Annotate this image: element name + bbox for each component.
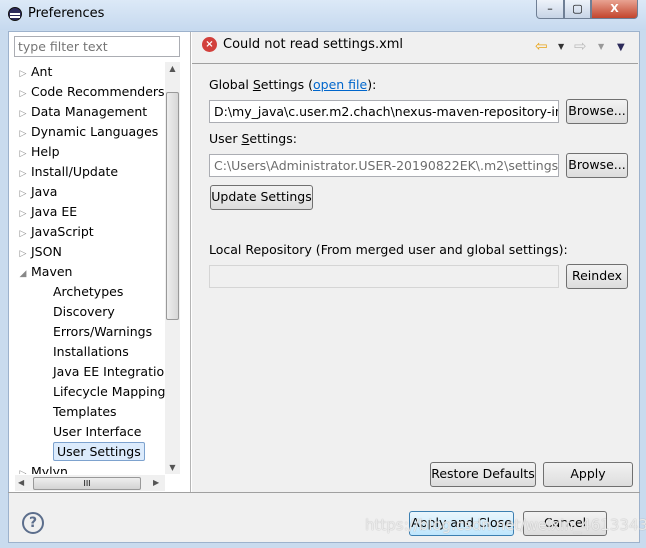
window-title: Preferences: [28, 6, 105, 21]
tree-item-label: Templates: [53, 404, 117, 419]
tree-item-child[interactable]: User Settings: [15, 442, 165, 462]
update-settings-button[interactable]: Update Settings: [210, 185, 313, 210]
tree-item[interactable]: ▷ Mylyn: [15, 462, 165, 474]
apply-button[interactable]: Apply: [543, 462, 633, 487]
tree-item-child[interactable]: Installations: [15, 342, 165, 362]
tree-item[interactable]: ▷ JavaScript: [15, 222, 165, 242]
tree-item[interactable]: ▷ JSON: [15, 242, 165, 262]
tree-item-label: Discovery: [53, 304, 115, 319]
collapsed-arrow-icon[interactable]: ▷: [15, 64, 31, 84]
tree-item[interactable]: ▷ Dynamic Languages: [15, 122, 165, 142]
reindex-button[interactable]: Reindex: [566, 264, 628, 289]
tree-item[interactable]: ▷ Java EE: [15, 202, 165, 222]
tree-item-label: Data Management: [31, 104, 148, 119]
scroll-up-icon[interactable]: ▲: [165, 64, 180, 73]
collapsed-arrow-icon[interactable]: ▷: [15, 184, 31, 204]
tree-item-label: Archetypes: [53, 284, 124, 299]
tree-item-label: Dynamic Languages: [31, 124, 159, 139]
global-settings-input[interactable]: D:\my_java\c.user.m2.chach\nexus-maven-r…: [209, 100, 559, 123]
tree-item-label: Installations: [53, 344, 129, 359]
hscroll-thumb[interactable]: III: [33, 477, 141, 490]
tree-item-child[interactable]: User Interface: [15, 422, 165, 442]
tree-item[interactable]: ▷ Help: [15, 142, 165, 162]
user-settings-label: User Settings:: [209, 131, 297, 146]
scroll-left-icon[interactable]: ◀: [18, 478, 24, 487]
view-menu-icon[interactable]: ▼: [617, 42, 625, 53]
close-button[interactable]: X: [591, 0, 638, 19]
tree-item-label: Install/Update: [31, 164, 119, 179]
tree-item-label: User Interface: [53, 424, 142, 439]
error-icon: ×: [202, 37, 217, 52]
tree-item-label: Errors/Warnings: [53, 324, 153, 339]
collapsed-arrow-icon[interactable]: ▷: [15, 464, 31, 474]
tree-item-label: User Settings: [53, 442, 145, 461]
user-settings-input[interactable]: C:\Users\Administrator.USER-20190822EK\.…: [209, 154, 559, 177]
collapsed-arrow-icon[interactable]: ▷: [15, 104, 31, 124]
browse-global-button[interactable]: Browse...: [566, 99, 628, 124]
forward-menu-icon[interactable]: ▼: [598, 42, 604, 51]
tree-item-child[interactable]: Java EE Integration: [15, 362, 165, 382]
eclipse-icon: [8, 7, 22, 21]
tree-item[interactable]: ▷ Install/Update: [15, 162, 165, 182]
help-icon[interactable]: ?: [22, 512, 44, 534]
tree-item-child[interactable]: Errors/Warnings: [15, 322, 165, 342]
tree-item-label: Java EE: [31, 204, 78, 219]
tree-item[interactable]: ▷ Data Management: [15, 102, 165, 122]
tree-item-child[interactable]: Templates: [15, 402, 165, 422]
maximize-button[interactable]: ▢: [564, 0, 591, 19]
browse-user-button[interactable]: Browse...: [566, 153, 628, 178]
tree-item-label: Java EE Integration: [53, 364, 165, 379]
tree-item-label: Mylyn: [31, 464, 68, 474]
expanded-arrow-icon[interactable]: ◢: [15, 264, 31, 284]
scroll-down-icon[interactable]: ▼: [165, 463, 180, 472]
collapsed-arrow-icon[interactable]: ▷: [15, 204, 31, 224]
tree-item-label: Lifecycle Mappings: [53, 384, 165, 399]
global-settings-label: Global Settings (open file):: [209, 77, 377, 92]
collapsed-arrow-icon[interactable]: ▷: [15, 124, 31, 144]
back-menu-icon[interactable]: ▼: [558, 42, 564, 51]
tree-item-child[interactable]: Discovery: [15, 302, 165, 322]
tree-item-label: Code Recommenders: [31, 84, 165, 99]
sash[interactable]: [190, 32, 192, 492]
tree-item-child[interactable]: Archetypes: [15, 282, 165, 302]
header-divider: [192, 63, 638, 64]
tree-item[interactable]: ▷ Ant: [15, 62, 165, 82]
minimize-button[interactable]: –: [536, 0, 564, 19]
tree-item[interactable]: ▷ Code Recommenders: [15, 82, 165, 102]
tree-item-label: JavaScript: [31, 224, 94, 239]
back-arrow-icon[interactable]: ⇦: [535, 37, 548, 55]
collapsed-arrow-icon[interactable]: ▷: [15, 144, 31, 164]
tree-item-label: JSON: [31, 244, 62, 259]
tree-item-label: Ant: [31, 64, 53, 79]
preference-tree: ▷ Ant ▷ Code Recommenders ▷ Data Management ▷ D…: [15, 62, 165, 474]
footer-divider: [8, 492, 640, 493]
tree-item[interactable]: ◢ Maven: [15, 262, 165, 282]
scroll-right-icon[interactable]: ▶: [153, 478, 159, 487]
local-repository-input: [209, 265, 559, 288]
scrollbar-thumb[interactable]: [166, 92, 179, 320]
tree-item-label: Maven: [31, 264, 73, 279]
tree-item-label: Help: [31, 144, 60, 159]
restore-defaults-button[interactable]: Restore Defaults: [430, 462, 536, 487]
collapsed-arrow-icon[interactable]: ▷: [15, 84, 31, 104]
tree-item[interactable]: ▷ Java: [15, 182, 165, 202]
error-message: Could not read settings.xml: [223, 37, 404, 52]
forward-arrow-icon[interactable]: ⇨: [574, 37, 587, 55]
filter-input[interactable]: [14, 36, 180, 57]
collapsed-arrow-icon[interactable]: ▷: [15, 224, 31, 244]
collapsed-arrow-icon[interactable]: ▷: [15, 164, 31, 184]
tree-item-child[interactable]: Lifecycle Mappings: [15, 382, 165, 402]
open-file-link[interactable]: open file: [313, 77, 367, 92]
tree-item-label: Java: [31, 184, 58, 199]
collapsed-arrow-icon[interactable]: ▷: [15, 244, 31, 264]
watermark: https://blog.csdn.net/weixin_46133437: [365, 516, 646, 534]
local-repository-label: Local Repository (From merged user and g…: [209, 242, 568, 257]
